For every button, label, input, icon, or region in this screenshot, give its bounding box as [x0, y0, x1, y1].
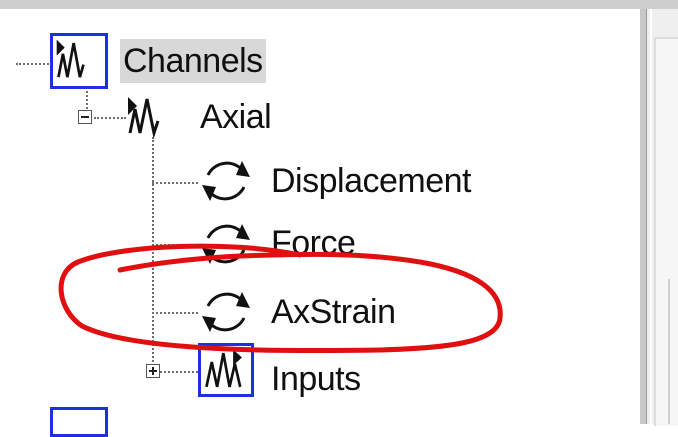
- tree-connector: [16, 63, 52, 65]
- tree-node-inputs[interactable]: Inputs: [268, 357, 364, 401]
- tree-connector: [152, 182, 198, 184]
- expand-toggle-inputs[interactable]: [146, 364, 160, 378]
- tree-connector: [160, 371, 198, 373]
- waveform-icon[interactable]: [124, 93, 176, 141]
- tree-connector: [152, 137, 154, 369]
- channel-tree: Channels Axial Displacement Force AxStra…: [0, 9, 640, 437]
- waveform-icon[interactable]: [50, 407, 108, 437]
- tree-node-axstrain[interactable]: AxStrain: [268, 290, 399, 334]
- tree-node-displacement[interactable]: Displacement: [268, 159, 474, 203]
- tree-connector: [94, 117, 126, 119]
- cycle-arrows-icon[interactable]: [198, 284, 254, 340]
- tree-connector: [152, 312, 198, 314]
- tree-node-force[interactable]: Force: [268, 221, 358, 265]
- tree-node-channels[interactable]: Channels: [120, 39, 266, 83]
- right-panel: [640, 9, 678, 426]
- collapse-toggle-axial[interactable]: [78, 110, 92, 124]
- waveform-icon[interactable]: [50, 33, 108, 89]
- cycle-arrows-icon[interactable]: [198, 216, 254, 272]
- panel-divider: [668, 279, 678, 424]
- tree-node-axial[interactable]: Axial: [197, 95, 274, 139]
- cycle-arrows-icon[interactable]: [198, 153, 254, 209]
- tree-connector: [152, 244, 198, 246]
- panel-border: [650, 9, 652, 424]
- panel-splitter[interactable]: [640, 9, 647, 424]
- waveform-icon[interactable]: [198, 343, 254, 397]
